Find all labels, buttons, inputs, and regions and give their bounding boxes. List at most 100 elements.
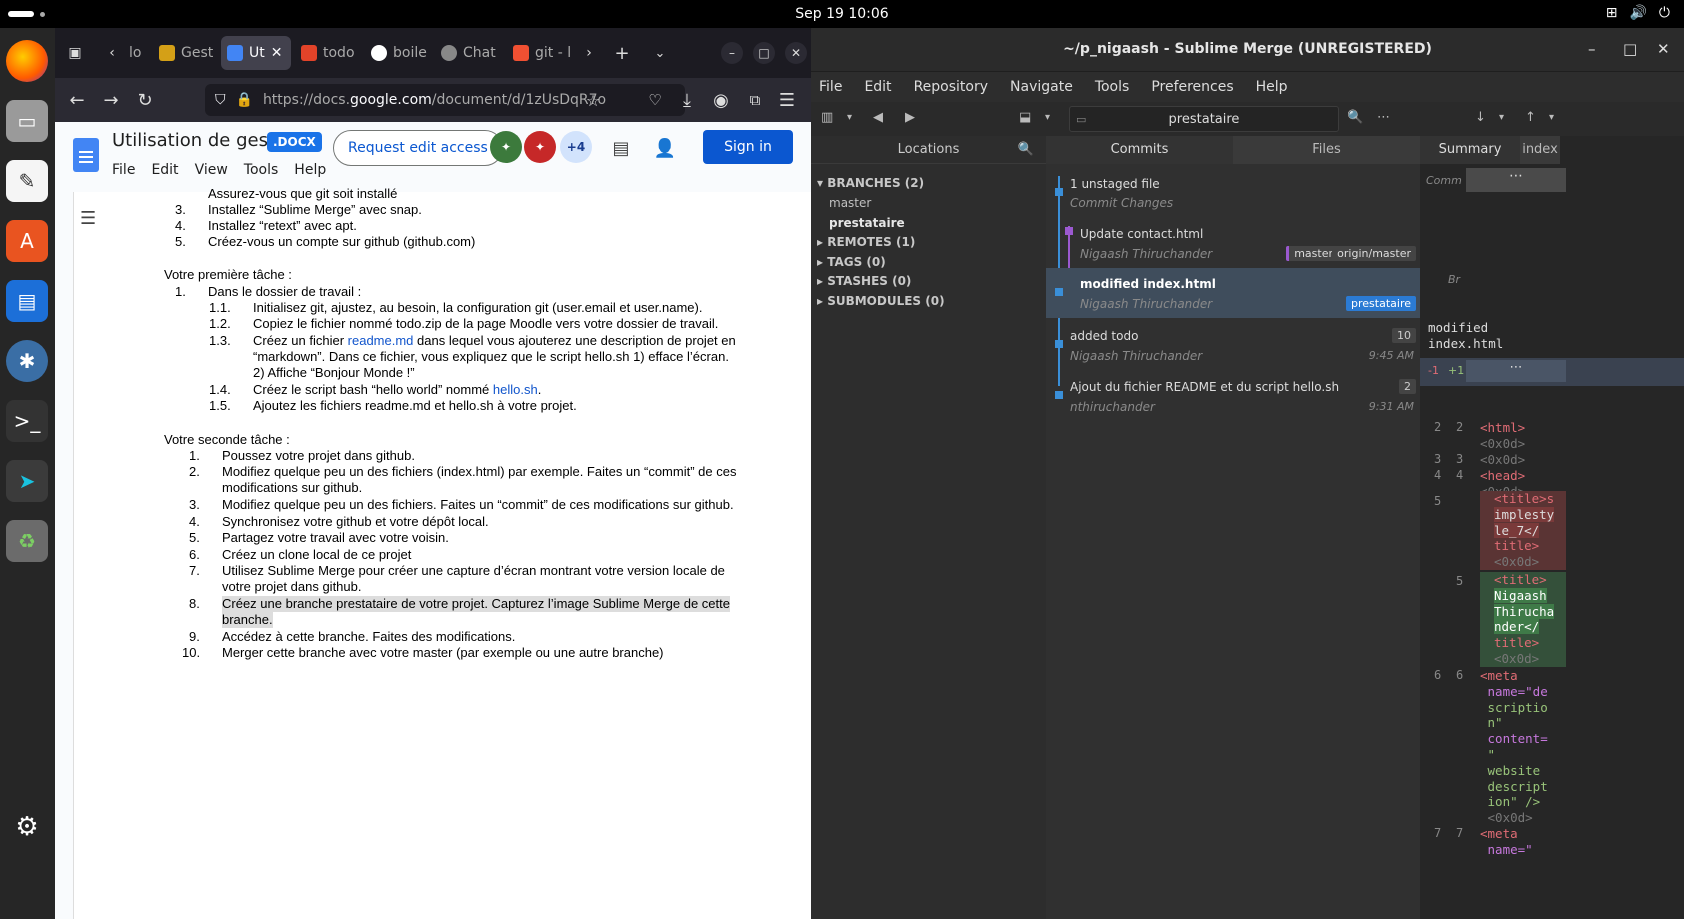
branches-section[interactable]: ▾ BRANCHES (2) bbox=[817, 176, 924, 190]
branch-badge[interactable]: prestataire bbox=[1346, 296, 1416, 311]
network-icon[interactable]: ⊞ bbox=[1606, 5, 1618, 21]
menu-edit[interactable]: Edit bbox=[864, 79, 891, 95]
shield-icon[interactable]: ⛉ bbox=[215, 92, 226, 108]
tab-4[interactable]: boile bbox=[365, 36, 431, 70]
forward-icon[interactable]: → bbox=[99, 88, 123, 112]
tab-index[interactable]: index bbox=[1520, 136, 1560, 164]
bookmark-star-icon[interactable]: ☆ bbox=[581, 88, 605, 112]
search-icon[interactable]: 🔍 bbox=[1347, 110, 1363, 125]
tags-section[interactable]: ▸ TAGS (0) bbox=[817, 255, 886, 269]
tab-3[interactable]: todo bbox=[295, 36, 357, 70]
sidebar-toggle-icon[interactable]: ▥ bbox=[821, 110, 833, 125]
menu-preferences[interactable]: Preferences bbox=[1151, 79, 1233, 95]
chevron-down-icon[interactable]: ▾ bbox=[1499, 112, 1504, 123]
extensions-icon[interactable]: ⧉ bbox=[743, 88, 767, 112]
document-viewer-icon[interactable]: ▤ bbox=[6, 280, 48, 322]
reload-icon[interactable]: ↻ bbox=[133, 88, 157, 112]
readme-link[interactable]: readme.md bbox=[348, 333, 414, 348]
show-apps-icon[interactable]: ⚙ bbox=[6, 806, 48, 848]
text-editor-icon[interactable]: ✎ bbox=[6, 160, 48, 202]
branch-master[interactable]: master bbox=[829, 196, 871, 210]
chevron-down-icon[interactable]: ▾ bbox=[1549, 112, 1554, 123]
file-header[interactable]: -1 +1 ⋯ bbox=[1420, 358, 1684, 386]
clock[interactable]: Sep 19 10:06 bbox=[0, 6, 1684, 22]
minimize-icon[interactable]: – bbox=[1588, 40, 1596, 58]
tab-files[interactable]: Files bbox=[1233, 136, 1420, 164]
back-icon[interactable]: ◀ bbox=[873, 110, 883, 125]
pull-icon[interactable]: ↓ bbox=[1475, 110, 1486, 125]
stashes-section[interactable]: ▸ STASHES (0) bbox=[817, 274, 911, 288]
scroll-right-icon[interactable]: › bbox=[577, 41, 601, 65]
hello-link[interactable]: hello.sh bbox=[493, 382, 538, 397]
volume-icon[interactable]: 🔊 bbox=[1629, 5, 1646, 21]
pocket-icon[interactable]: ♡ bbox=[643, 88, 667, 112]
stash-icon[interactable]: ⬓ bbox=[1019, 110, 1031, 125]
branch-badge[interactable]: master bbox=[1286, 246, 1338, 261]
tab-1[interactable]: Gest bbox=[153, 36, 215, 70]
more-icon[interactable]: ⋯ bbox=[1466, 360, 1566, 382]
files-icon[interactable]: ▭ bbox=[6, 100, 48, 142]
chevron-down-icon[interactable]: ▾ bbox=[847, 112, 852, 123]
menu-tools[interactable]: Tools bbox=[244, 162, 279, 178]
maximize-icon[interactable]: □ bbox=[753, 42, 775, 64]
account-icon[interactable]: ◉ bbox=[709, 88, 733, 112]
close-icon[interactable]: ✕ bbox=[1657, 40, 1670, 58]
trash-icon[interactable]: ♻ bbox=[6, 520, 48, 562]
more-icon[interactable]: ⋯ bbox=[1377, 110, 1390, 125]
outline-icon[interactable]: ☰ bbox=[80, 208, 98, 229]
commit-row[interactable]: added todo Nigaash Thiruchander 10 9:45 … bbox=[1046, 320, 1420, 370]
menu-icon[interactable]: ☰ bbox=[775, 88, 799, 112]
more-icon[interactable]: ⋯ bbox=[1466, 168, 1566, 192]
remotes-section[interactable]: ▸ REMOTES (1) bbox=[817, 235, 915, 249]
doc-title[interactable]: Utilisation de ges... bbox=[112, 130, 285, 151]
scroll-left-icon[interactable]: ‹ bbox=[100, 41, 124, 65]
close-icon[interactable]: ✕ bbox=[785, 42, 807, 64]
share-person-icon[interactable]: 👤 bbox=[653, 136, 677, 160]
menu-view[interactable]: View bbox=[195, 162, 228, 178]
commit-row[interactable]: Ajout du fichier README et du script hel… bbox=[1046, 371, 1420, 421]
close-tab-icon[interactable]: ✕ bbox=[271, 45, 283, 61]
menu-edit[interactable]: Edit bbox=[151, 162, 178, 178]
menu-navigate[interactable]: Navigate bbox=[1010, 79, 1073, 95]
tab-commits[interactable]: Commits bbox=[1046, 136, 1233, 164]
search-icon[interactable]: 🔍 bbox=[1018, 142, 1034, 157]
maximize-icon[interactable]: □ bbox=[1623, 40, 1637, 58]
more-users-badge[interactable]: +4 bbox=[560, 131, 592, 163]
menu-tools[interactable]: Tools bbox=[1095, 79, 1130, 95]
firefox-icon[interactable] bbox=[6, 40, 48, 82]
terminal-icon[interactable]: >_ bbox=[6, 400, 48, 442]
commit-row[interactable]: 1 unstaged file Commit Changes bbox=[1046, 168, 1420, 218]
url-bar[interactable]: ⛉ 🔒 https://docs.google.com/document/d/1… bbox=[205, 84, 685, 116]
branch-prestataire[interactable]: prestataire bbox=[829, 216, 905, 230]
commit-row[interactable]: Update contact.html Nigaash Thiruchander… bbox=[1046, 218, 1420, 268]
forward-icon[interactable]: ▶ bbox=[905, 110, 915, 125]
avatar[interactable]: ✦ bbox=[524, 131, 556, 163]
minimize-icon[interactable]: – bbox=[721, 42, 743, 64]
back-icon[interactable]: ← bbox=[65, 88, 89, 112]
menu-file[interactable]: File bbox=[112, 162, 135, 178]
list-tabs-icon[interactable]: ⌄ bbox=[648, 41, 672, 65]
downloads-icon[interactable]: ⤓ bbox=[675, 88, 699, 112]
vscodium-icon[interactable]: ✱ bbox=[6, 340, 48, 382]
app-center-icon[interactable]: A bbox=[6, 220, 48, 262]
tab-6[interactable]: git - l bbox=[507, 36, 581, 70]
tab-2[interactable]: Ut ✕ bbox=[221, 36, 291, 70]
comments-icon[interactable]: ▤ bbox=[609, 136, 633, 160]
tab-overview-icon[interactable]: ▣ bbox=[63, 41, 87, 65]
push-icon[interactable]: ↑ bbox=[1525, 110, 1536, 125]
branch-badge[interactable]: origin/master bbox=[1332, 246, 1416, 261]
chevron-down-icon[interactable]: ▾ bbox=[1045, 112, 1050, 123]
request-edit-button[interactable]: Request edit access bbox=[333, 130, 503, 166]
new-tab-icon[interactable]: + bbox=[610, 41, 634, 65]
lock-icon[interactable]: 🔒 bbox=[236, 92, 253, 108]
search-input[interactable]: ▭ prestataire bbox=[1069, 106, 1339, 132]
sublime-merge-icon[interactable]: ➤ bbox=[6, 460, 48, 502]
submodules-section[interactable]: ▸ SUBMODULES (0) bbox=[817, 294, 945, 308]
sign-in-button[interactable]: Sign in bbox=[703, 130, 793, 164]
menu-help[interactable]: Help bbox=[1256, 79, 1288, 95]
menu-repository[interactable]: Repository bbox=[914, 79, 988, 95]
tab-5[interactable]: Chat bbox=[435, 36, 501, 70]
power-icon[interactable]: ⏻ bbox=[1659, 5, 1670, 21]
tab-0[interactable]: lo bbox=[123, 36, 143, 70]
avatar[interactable]: ✦ bbox=[490, 131, 522, 163]
